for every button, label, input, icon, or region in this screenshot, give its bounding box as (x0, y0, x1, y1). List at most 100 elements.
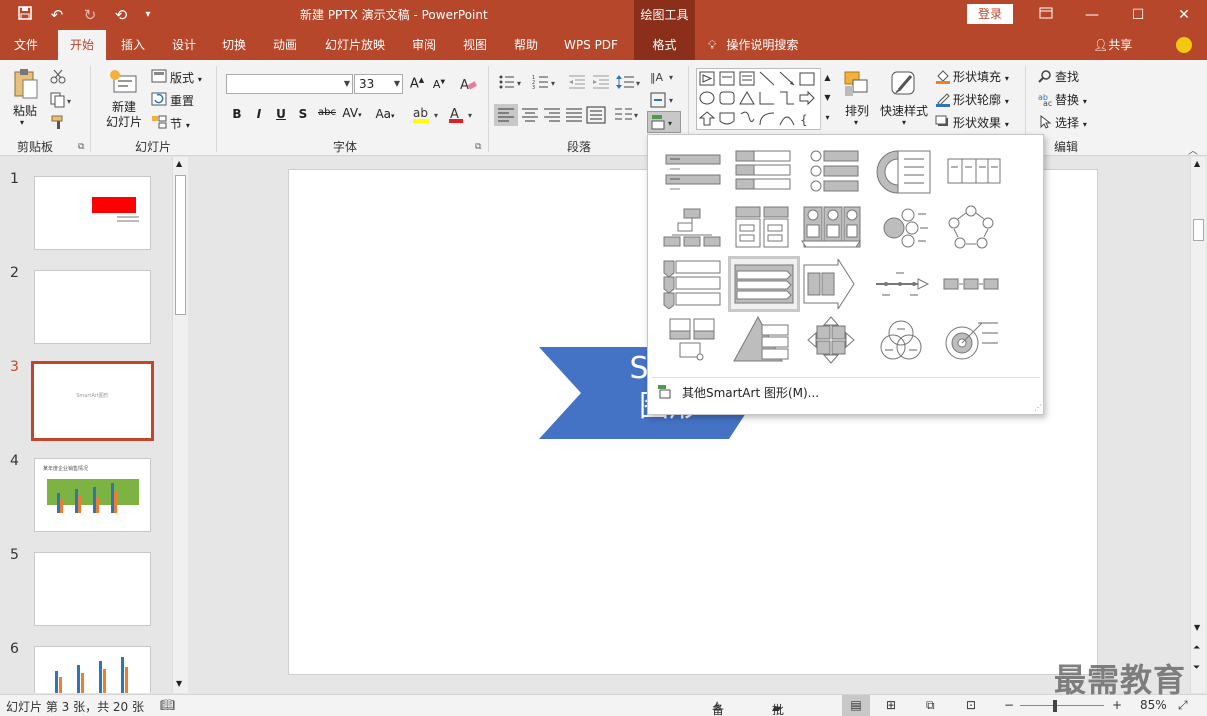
smartart-layout-radial-cluster[interactable] (868, 203, 934, 253)
align-right-icon[interactable] (542, 104, 562, 129)
quick-styles-button[interactable]: 快速样式 (880, 102, 928, 119)
tab-view[interactable]: 视图 (455, 30, 495, 60)
layout-button[interactable]: 版式 ▾ (170, 69, 202, 86)
new-slide-icon[interactable] (108, 68, 137, 98)
scroll-up-icon[interactable]: ▲ (176, 159, 182, 168)
bold-button[interactable]: B (228, 107, 246, 121)
smartart-layout-vertical-bullet-list[interactable] (658, 147, 724, 197)
font-color-icon[interactable]: A ▾ (448, 106, 478, 127)
change-case-icon[interactable]: Aa▾ (370, 107, 400, 121)
more-smartart-graphics-button[interactable]: 其他SmartArt 图形(M)... (682, 384, 819, 401)
arrange-icon[interactable] (843, 70, 873, 103)
thumbnails-scrollbar[interactable]: ▲ ▼ (172, 157, 188, 693)
clipboard-launcher-icon[interactable]: ⧉ (78, 142, 84, 152)
tab-help[interactable]: 帮助 (506, 30, 546, 60)
smartart-layout-stacked-list[interactable] (728, 147, 794, 197)
italic-button[interactable]: I (250, 107, 268, 121)
line-spacing-icon[interactable]: ▾ (616, 74, 644, 93)
align-center-icon[interactable] (520, 104, 540, 129)
strikethrough-button[interactable]: abc (316, 107, 338, 118)
smartart-layout-process-arrow[interactable] (798, 257, 864, 311)
smartart-layout-circle-list[interactable] (798, 147, 864, 197)
distributed-icon[interactable] (586, 104, 606, 129)
bullets-icon[interactable]: ▾ (498, 74, 526, 93)
scroll-down-icon[interactable]: ▼ (1194, 623, 1200, 632)
new-slide-button[interactable]: 新建 幻灯片 (100, 100, 148, 130)
font-launcher-icon[interactable]: ⧉ (475, 142, 481, 152)
smartart-layout-matrix[interactable] (798, 315, 864, 365)
smartart-layout-timeline[interactable] (868, 259, 934, 309)
font-name-combo[interactable]: ▼ (226, 74, 353, 94)
undo-icon[interactable]: ↶ (44, 5, 70, 25)
zoom-slider-thumb[interactable] (1053, 700, 1057, 712)
slide-thumbnail[interactable] (34, 270, 151, 344)
grow-font-icon[interactable]: A▲ (408, 76, 426, 91)
slide-sorter-icon[interactable]: ⊞ (886, 698, 896, 712)
numbering-icon[interactable]: 1 2 3 ▾ (532, 74, 560, 93)
ribbon-display-options-icon[interactable] (1023, 0, 1069, 30)
customize-quick-access-icon[interactable]: ▾ (140, 5, 156, 25)
tab-animations[interactable]: 动画 (265, 30, 305, 60)
clear-formatting-icon[interactable]: A (460, 76, 478, 95)
start-slideshow-icon[interactable]: ⟲ (108, 5, 134, 25)
paste-dropdown-icon[interactable]: ▾ (20, 118, 24, 127)
slide-thumbnail[interactable] (34, 176, 151, 250)
smartart-layout-pyramid-list[interactable] (728, 315, 794, 365)
copy-icon[interactable]: ▾ (50, 92, 74, 111)
slide-thumbnail[interactable] (34, 552, 151, 626)
tab-slideshow[interactable]: 幻灯片放映 (318, 30, 392, 60)
font-size-combo[interactable]: 33 ▼ (354, 74, 403, 94)
reading-view-icon[interactable]: ⧉ (926, 698, 935, 713)
quick-styles-dropdown-icon[interactable]: ▾ (902, 118, 906, 127)
tell-me-search[interactable]: 💡︎ 操作说明搜索 (708, 30, 798, 60)
smartart-layout-table-list[interactable] (728, 203, 794, 253)
smartart-layout-basic-process[interactable] (938, 259, 1004, 309)
reset-button[interactable]: 重置 (170, 92, 194, 109)
close-icon[interactable]: ✕ (1161, 0, 1207, 30)
highlight-color-icon[interactable]: ab ▾ (412, 106, 442, 127)
shape-outline-button[interactable]: 形状轮廓 ▾ (953, 91, 1009, 108)
justify-icon[interactable] (564, 104, 584, 129)
scroll-down-icon[interactable]: ▼ (176, 679, 182, 688)
spellcheck-icon[interactable]: 📖︎ (160, 698, 175, 712)
smartart-layout-cycle[interactable] (938, 203, 1004, 253)
convert-to-smartart-icon[interactable]: ▾ (647, 111, 681, 133)
align-left-icon[interactable] (494, 104, 518, 126)
scroll-up-icon[interactable]: ▲ (1194, 159, 1200, 168)
shrink-font-icon[interactable]: A▼ (430, 78, 448, 91)
maximize-icon[interactable]: ☐ (1115, 0, 1161, 30)
tab-insert[interactable]: 插入 (113, 30, 153, 60)
smartart-layout-horizontal-chevron-list-selected[interactable] (728, 256, 800, 312)
paste-icon[interactable] (12, 68, 40, 99)
normal-view-icon[interactable]: ▤ (842, 695, 870, 716)
tab-format[interactable]: 格式 (634, 30, 695, 60)
decrease-indent-icon[interactable] (568, 74, 586, 93)
minimize-icon[interactable]: — (1069, 0, 1115, 30)
smartart-layout-vertical-circle-list[interactable] (868, 147, 934, 197)
next-slide-icon[interactable]: ⏷ (1193, 663, 1200, 673)
tab-file[interactable]: 文件 (6, 30, 46, 60)
arrange-dropdown-icon[interactable]: ▾ (854, 118, 858, 127)
smartart-layout-target-list[interactable] (938, 315, 1004, 365)
smartart-layout-venn[interactable] (868, 315, 934, 365)
slide-thumbnail[interactable] (34, 646, 151, 693)
resize-grip-icon[interactable]: ⋰ (1034, 403, 1042, 412)
zoom-slider-track[interactable] (1020, 705, 1104, 706)
section-button[interactable]: 节 ▾ (170, 115, 190, 132)
tab-design[interactable]: 设计 (164, 30, 204, 60)
login-button[interactable]: 登录 (967, 4, 1013, 24)
replace-button[interactable]: 替换 ▾ (1055, 91, 1087, 108)
quick-styles-icon[interactable] (889, 68, 919, 103)
arrange-button[interactable]: 排列 (845, 102, 869, 119)
text-shadow-button[interactable]: S (294, 107, 312, 121)
redo-icon[interactable]: ↻ (80, 5, 100, 25)
share-button[interactable]: 👤︎共享 (1093, 30, 1132, 60)
smartart-layout-picture-caption-list[interactable] (658, 315, 724, 365)
character-spacing-icon[interactable]: AV▾ (340, 106, 364, 120)
save-icon[interactable] (12, 5, 38, 25)
feedback-smile-icon[interactable] (1176, 37, 1192, 53)
underline-button[interactable]: U (272, 107, 290, 121)
collapse-ribbon-icon[interactable]: ︿ (1188, 142, 1198, 157)
tab-transitions[interactable]: 切换 (214, 30, 254, 60)
format-painter-icon[interactable] (50, 114, 66, 133)
